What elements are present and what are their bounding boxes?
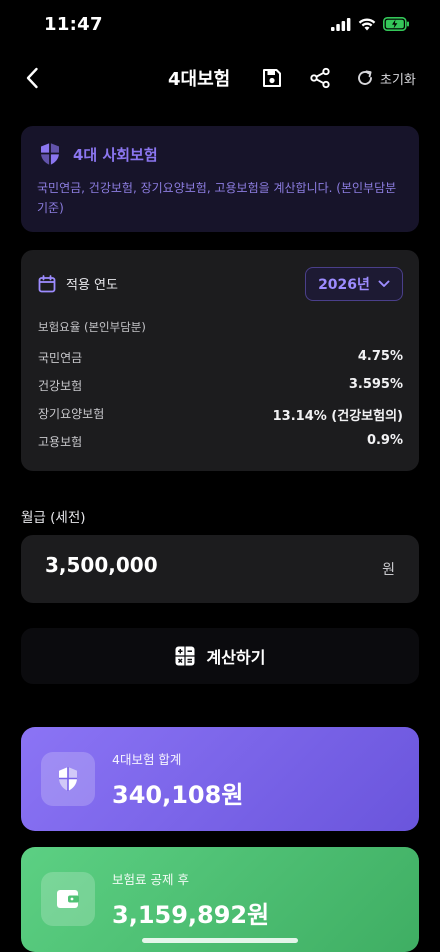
- salary-field[interactable]: 원: [21, 535, 419, 603]
- battery-icon: [383, 17, 409, 31]
- wifi-icon: [358, 17, 376, 30]
- rate-name: 건강보험: [38, 379, 83, 393]
- rate-name: 고용보험: [38, 435, 83, 449]
- rate-row-pension: 국민연금 4.75%: [38, 349, 403, 369]
- reset-label: 초기화: [380, 72, 416, 88]
- share-button[interactable]: [306, 64, 334, 92]
- status-icons: [331, 17, 410, 31]
- rate-value: 3.595%: [348, 377, 403, 392]
- salary-label: 월급 (세전): [21, 510, 86, 526]
- year-dropdown[interactable]: 2026년: [305, 267, 403, 301]
- rate-value: 13.14% (건강보험의): [272, 409, 403, 424]
- rate-value: 4.75%: [357, 349, 403, 364]
- info-card: 4대 사회보험 국민연금, 건강보험, 장기요양보험, 고용보험을 계산합니다.…: [21, 126, 419, 232]
- salary-unit: 원: [382, 562, 395, 578]
- rates-subtitle: 보험요율 (본인부담분): [38, 320, 146, 334]
- info-title: 4대 사회보험: [73, 145, 158, 164]
- nav-bar: 4대보험 초기화: [0, 56, 440, 100]
- shield-icon: [41, 143, 59, 165]
- rate-name: 국민연금: [38, 351, 83, 365]
- back-button[interactable]: [18, 64, 46, 92]
- reset-icon: [358, 70, 372, 85]
- info-header: 4대 사회보험: [39, 142, 403, 166]
- year-label: 적용 연도: [66, 278, 118, 293]
- result-icon-box: [41, 752, 95, 806]
- share-icon: [310, 67, 330, 89]
- chevron-down-icon: [378, 280, 390, 287]
- info-description: 국민연금, 건강보험, 장기요양보험, 고용보험을 계산합니다. (본인부담분 …: [37, 181, 397, 215]
- page-title: 4대보험: [168, 69, 231, 90]
- net-value: 3,159,892원: [112, 901, 270, 929]
- total-label: 4대보험 합계: [112, 752, 182, 767]
- calculator-icon: [175, 646, 195, 666]
- net-salary-card: 보험료 공제 후 3,159,892원: [21, 847, 419, 952]
- calculate-label: 계산하기: [206, 648, 266, 667]
- save-icon: [263, 69, 281, 87]
- shield-icon: [59, 767, 77, 791]
- total-value: 340,108원: [112, 781, 244, 809]
- rate-row-longterm-care: 장기요양보험 13.14% (건강보험의): [38, 405, 403, 425]
- rate-row-employment: 고용보험 0.9%: [38, 433, 403, 453]
- calendar-icon: [38, 274, 56, 292]
- rate-name: 장기요양보험: [38, 407, 105, 421]
- status-time: 11:47: [44, 14, 103, 35]
- reset-button[interactable]: 초기화: [356, 64, 416, 92]
- back-icon: [26, 67, 38, 89]
- year-value: 2026년: [318, 277, 370, 293]
- calculate-button[interactable]: 계산하기: [21, 628, 419, 684]
- status-bar: 11:47: [0, 0, 440, 48]
- result-icon-box: [41, 872, 95, 926]
- wallet-icon: [57, 890, 79, 908]
- year-label-row: 적용 연도: [38, 274, 118, 293]
- save-button[interactable]: [258, 64, 286, 92]
- net-label: 보험료 공제 후: [112, 872, 189, 887]
- signal-icon: [331, 17, 351, 31]
- rate-value: 0.9%: [366, 433, 403, 448]
- home-indicator: [142, 938, 298, 943]
- total-insurance-card: 4대보험 합계 340,108원: [21, 727, 419, 831]
- salary-input[interactable]: [45, 553, 345, 577]
- rate-row-health: 건강보험 3.595%: [38, 377, 403, 397]
- rates-card: 적용 연도 2026년 보험요율 (본인부담분) 국민연금 4.75% 건강보험…: [21, 250, 419, 471]
